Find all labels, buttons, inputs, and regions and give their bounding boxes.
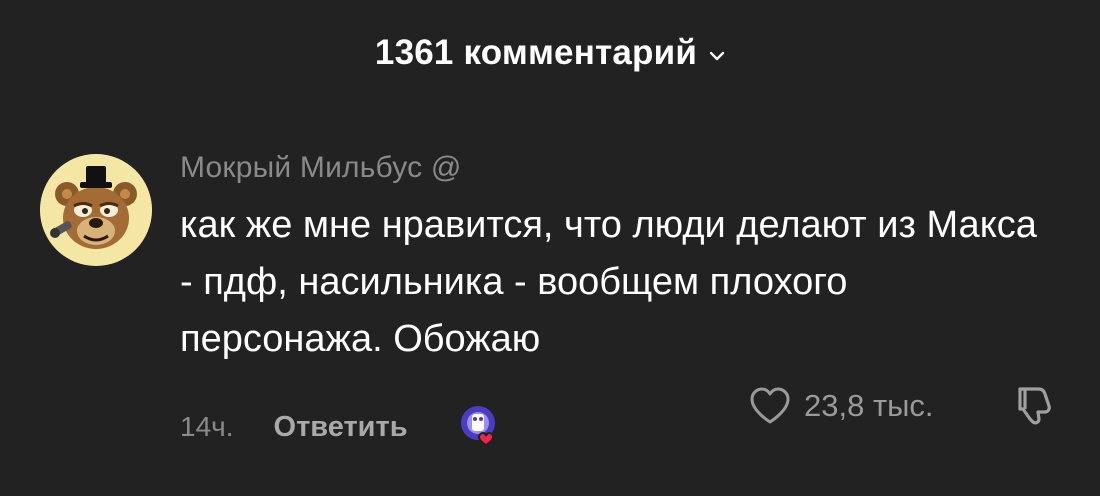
freddy-avatar-icon xyxy=(40,154,152,266)
thumbs-down-icon[interactable] xyxy=(1012,382,1058,428)
creator-liked-badge xyxy=(456,403,508,451)
user-avatar[interactable] xyxy=(40,154,152,266)
like-count: 23,8 тыс. xyxy=(804,388,934,423)
like-button[interactable]: 23,8 тыс. xyxy=(748,384,934,428)
chevron-down-icon[interactable] xyxy=(709,48,725,64)
comment-text: как же мне нравится, что люди делают из … xyxy=(180,204,1037,360)
comments-header[interactable]: 1361 комментарий xyxy=(0,28,1100,78)
comment-username[interactable]: Мокрый Мильбус @ xyxy=(180,148,1080,188)
creator-liked-icon xyxy=(460,406,495,447)
reply-button[interactable]: Ответить xyxy=(274,411,408,444)
heart-outline-icon[interactable] xyxy=(748,386,792,426)
comments-count-title: 1361 комментарий xyxy=(374,33,698,72)
comment-body: Мокрый Мильбус @ как же мне нравится, чт… xyxy=(180,148,1080,368)
comment-timestamp: 14ч. xyxy=(180,411,234,442)
comment-actions: 14ч. Ответить xyxy=(180,405,508,449)
